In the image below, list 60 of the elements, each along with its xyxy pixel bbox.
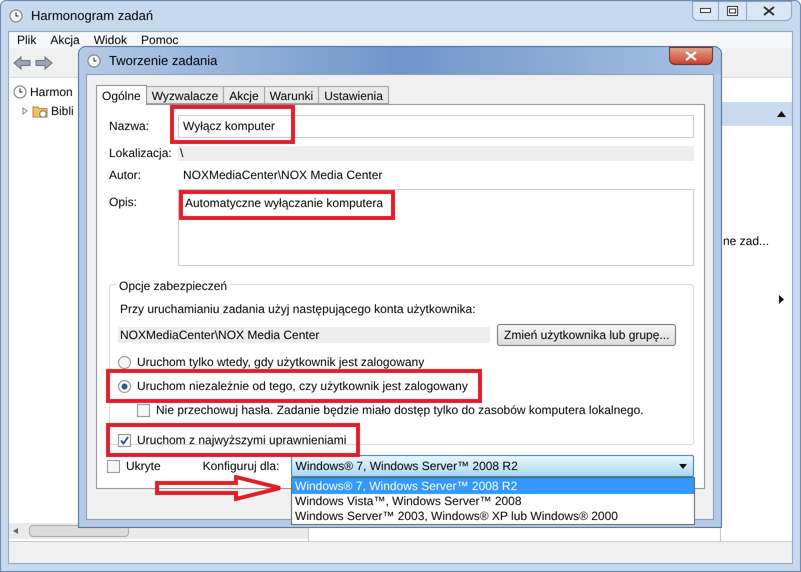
menu-item[interactable]: Pomoc — [141, 31, 178, 49]
submenu-arrow-icon — [779, 295, 784, 304]
back-arrow-icon[interactable] — [13, 56, 31, 70]
minimize-icon — [700, 8, 711, 14]
checkbox[interactable] — [118, 434, 131, 446]
tab[interactable]: Ogólne — [96, 85, 147, 105]
dropdown-value: Windows® 7, Windows Server™ 2008 R2 — [296, 458, 519, 475]
radio-button[interactable] — [118, 380, 131, 392]
window-title: Harmonogram zadań — [31, 7, 154, 26]
close-icon — [685, 51, 697, 61]
menu-item[interactable]: Akcja — [50, 31, 80, 49]
close-button[interactable] — [746, 1, 792, 21]
menu-item[interactable]: Plik — [17, 31, 36, 49]
forward-arrow-icon[interactable] — [35, 56, 53, 70]
action-item[interactable]: ne zad... — [721, 232, 792, 250]
field-label: Autor: — [109, 167, 142, 184]
dropdown[interactable]: Windows® 7, Windows Server™ 2008 R2 — [290, 455, 694, 477]
author-value: NOXMediaCenter\NOX Media Center — [182, 167, 382, 184]
dropdown-option[interactable]: Windows Server™ 2003, Windows® XP lub Windows® 2000 — [292, 509, 694, 524]
option-label[interactable]: Uruchom tylko wtedy, gdy użytkownik jest zalogowany — [137, 355, 424, 369]
field-value: Wyłącz komputer — [183, 118, 275, 135]
dialog-title: Tworzenie zadania — [109, 52, 218, 70]
field-label: Lokalizacja: — [109, 145, 173, 162]
field-label: Konfiguruj dla: — [202, 458, 280, 475]
option-label[interactable]: Uruchom niezależnie od tego, czy użytkownik jest zalogowany — [137, 379, 468, 393]
tab[interactable]: Wyzwalacze — [146, 86, 224, 104]
field-value: Automatyczne wyłączanie komputera — [185, 196, 384, 210]
clock-icon — [9, 9, 23, 23]
field-label: Nazwa: — [109, 118, 150, 135]
folder-clock-icon — [32, 104, 48, 118]
text-area[interactable]: Automatyczne wyłączanie komputera — [178, 189, 694, 266]
clock-icon — [87, 54, 101, 68]
tree-item[interactable]: Bibli — [51, 102, 74, 120]
field-value: \ — [180, 145, 184, 162]
expand-triangle-icon[interactable] — [21, 106, 29, 114]
minimize-button[interactable] — [692, 1, 719, 21]
option-label[interactable]: Uruchom z najwyższymi uprawnieniami — [137, 433, 346, 447]
field-value: NOXMediaCenter\NOX Media Center — [120, 327, 320, 344]
tree-item[interactable]: Harmon — [30, 82, 73, 100]
option-label[interactable]: Ukryte — [126, 457, 161, 475]
tab[interactable]: Akcje — [224, 86, 265, 104]
tab[interactable]: Ustawienia — [319, 86, 389, 104]
checkbox[interactable] — [107, 460, 120, 472]
menu-item[interactable]: Widok — [94, 31, 128, 49]
radio-button[interactable] — [118, 356, 131, 368]
prompt-text: Przy uruchamianiu zadania użyj następującego konta użytkownika: — [120, 301, 477, 318]
close-icon — [763, 6, 775, 16]
collapse-arrow-icon[interactable] — [777, 111, 786, 117]
change-user-button[interactable]: Zmień użytkownika lub grupę... — [497, 324, 676, 346]
input-field[interactable]: Wyłącz komputer — [178, 114, 694, 138]
field-label: Opis: — [109, 194, 138, 211]
checkbox[interactable] — [137, 404, 150, 416]
maximize-icon — [727, 6, 738, 16]
maximize-button[interactable] — [719, 1, 746, 21]
option-label[interactable]: Nie przechowuj hasła. Zadanie będzie miało dostęp tylko do zasobów komputera lokalnego. — [156, 403, 644, 417]
close-button[interactable] — [669, 47, 713, 65]
dropdown-arrow-icon — [679, 464, 688, 468]
dropdown-option[interactable]: Windows Vista™, Windows Server™ 2008 — [292, 494, 694, 509]
tab[interactable]: Warunki — [264, 86, 320, 104]
clock-icon — [13, 84, 27, 98]
